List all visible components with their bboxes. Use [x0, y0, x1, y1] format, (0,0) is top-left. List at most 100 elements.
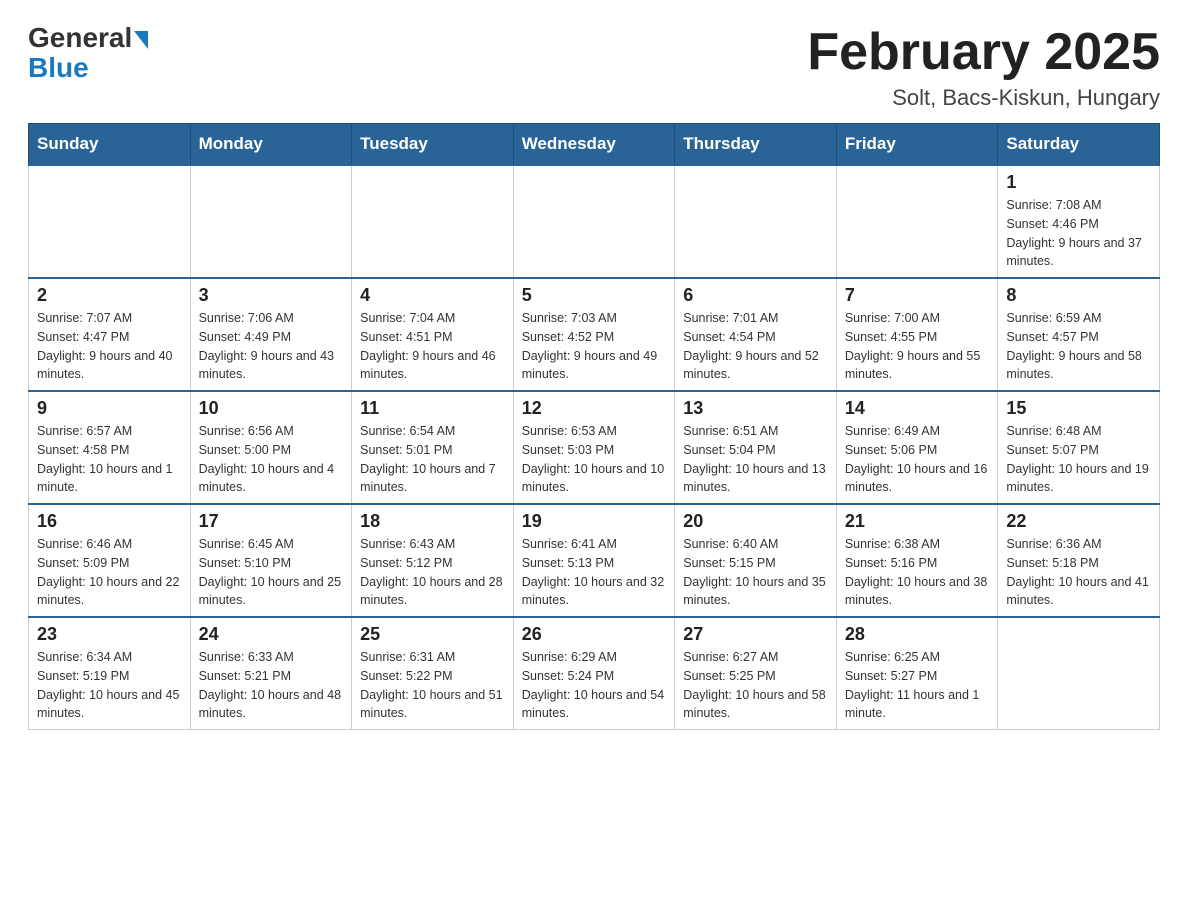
day-info: Sunrise: 7:06 AMSunset: 4:49 PMDaylight:… [199, 309, 344, 384]
day-info: Sunrise: 6:36 AMSunset: 5:18 PMDaylight:… [1006, 535, 1151, 610]
day-number: 14 [845, 398, 990, 419]
day-info: Sunrise: 6:25 AMSunset: 5:27 PMDaylight:… [845, 648, 990, 723]
month-title: February 2025 [807, 24, 1160, 81]
day-info: Sunrise: 6:49 AMSunset: 5:06 PMDaylight:… [845, 422, 990, 497]
day-cell [998, 617, 1160, 730]
day-cell: 11 Sunrise: 6:54 AMSunset: 5:01 PMDayligh… [352, 391, 514, 504]
day-cell: 27Sunrise: 6:27 AMSunset: 5:25 PMDayligh… [675, 617, 837, 730]
day-number: 21 [845, 511, 990, 532]
day-cell: 13Sunrise: 6:51 AMSunset: 5:04 PMDayligh… [675, 391, 837, 504]
day-info: Sunrise: 7:00 AMSunset: 4:55 PMDaylight:… [845, 309, 990, 384]
day-info: Sunrise: 7:01 AMSunset: 4:54 PMDaylight:… [683, 309, 828, 384]
logo-blue-text: Blue [28, 52, 89, 84]
day-cell: 9 Sunrise: 6:57 AMSunset: 4:58 PMDaylight… [29, 391, 191, 504]
header: General Blue February 2025 Solt, Bacs-Ki… [28, 24, 1160, 111]
day-cell: 19Sunrise: 6:41 AMSunset: 5:13 PMDayligh… [513, 504, 675, 617]
day-info: Sunrise: 7:07 AMSunset: 4:47 PMDaylight:… [37, 309, 182, 384]
logo-general-text: General [28, 24, 132, 52]
week-row-1: 1 Sunrise: 7:08 AMSunset: 4:46 PMDaylight… [29, 165, 1160, 278]
day-number: 25 [360, 624, 505, 645]
day-cell: 17 Sunrise: 6:45 AMSunset: 5:10 PMDayligh… [190, 504, 352, 617]
day-number: 23 [37, 624, 182, 645]
day-info: Sunrise: 6:48 AMSunset: 5:07 PMDaylight:… [1006, 422, 1151, 497]
day-info: Sunrise: 6:38 AMSunset: 5:16 PMDaylight:… [845, 535, 990, 610]
day-cell: 6Sunrise: 7:01 AMSunset: 4:54 PMDaylight… [675, 278, 837, 391]
title-block: February 2025 Solt, Bacs-Kiskun, Hungary [807, 24, 1160, 111]
day-info: Sunrise: 6:40 AMSunset: 5:15 PMDaylight:… [683, 535, 828, 610]
day-header-saturday: Saturday [998, 124, 1160, 166]
page: General Blue February 2025 Solt, Bacs-Ki… [0, 0, 1188, 750]
day-cell [29, 165, 191, 278]
week-row-4: 16Sunrise: 6:46 AMSunset: 5:09 PMDayligh… [29, 504, 1160, 617]
day-info: Sunrise: 7:03 AMSunset: 4:52 PMDaylight:… [522, 309, 667, 384]
day-header-tuesday: Tuesday [352, 124, 514, 166]
day-number: 15 [1006, 398, 1151, 419]
day-cell [190, 165, 352, 278]
logo: General Blue [28, 24, 150, 84]
day-cell: 10Sunrise: 6:56 AMSunset: 5:00 PMDayligh… [190, 391, 352, 504]
day-cell: 20 Sunrise: 6:40 AMSunset: 5:15 PMDayligh… [675, 504, 837, 617]
day-info: Sunrise: 6:45 AMSunset: 5:10 PMDaylight:… [199, 535, 344, 610]
day-info: Sunrise: 6:57 AMSunset: 4:58 PMDaylight:… [37, 422, 182, 497]
week-row-2: 2Sunrise: 7:07 AMSunset: 4:47 PMDaylight… [29, 278, 1160, 391]
day-cell: 14 Sunrise: 6:49 AMSunset: 5:06 PMDayligh… [836, 391, 998, 504]
day-cell [352, 165, 514, 278]
day-cell: 12 Sunrise: 6:53 AMSunset: 5:03 PMDayligh… [513, 391, 675, 504]
day-info: Sunrise: 6:59 AMSunset: 4:57 PMDaylight:… [1006, 309, 1151, 384]
day-info: Sunrise: 6:41 AMSunset: 5:13 PMDaylight:… [522, 535, 667, 610]
day-info: Sunrise: 7:08 AMSunset: 4:46 PMDaylight:… [1006, 196, 1151, 271]
day-info: Sunrise: 6:29 AMSunset: 5:24 PMDaylight:… [522, 648, 667, 723]
day-header-thursday: Thursday [675, 124, 837, 166]
day-info: Sunrise: 6:53 AMSunset: 5:03 PMDaylight:… [522, 422, 667, 497]
day-cell: 7 Sunrise: 7:00 AMSunset: 4:55 PMDaylight… [836, 278, 998, 391]
day-cell: 26 Sunrise: 6:29 AMSunset: 5:24 PMDayligh… [513, 617, 675, 730]
day-number: 1 [1006, 172, 1151, 193]
day-number: 9 [37, 398, 182, 419]
day-info: Sunrise: 6:54 AMSunset: 5:01 PMDaylight:… [360, 422, 505, 497]
calendar-table: SundayMondayTuesdayWednesdayThursdayFrid… [28, 123, 1160, 730]
day-number: 20 [683, 511, 828, 532]
day-cell: 16Sunrise: 6:46 AMSunset: 5:09 PMDayligh… [29, 504, 191, 617]
day-number: 11 [360, 398, 505, 419]
day-number: 3 [199, 285, 344, 306]
day-info: Sunrise: 6:43 AMSunset: 5:12 PMDaylight:… [360, 535, 505, 610]
day-number: 24 [199, 624, 344, 645]
day-number: 5 [522, 285, 667, 306]
day-number: 26 [522, 624, 667, 645]
day-info: Sunrise: 6:34 AMSunset: 5:19 PMDaylight:… [37, 648, 182, 723]
day-number: 8 [1006, 285, 1151, 306]
day-cell: 18 Sunrise: 6:43 AMSunset: 5:12 PMDayligh… [352, 504, 514, 617]
day-cell [675, 165, 837, 278]
day-info: Sunrise: 6:33 AMSunset: 5:21 PMDaylight:… [199, 648, 344, 723]
location: Solt, Bacs-Kiskun, Hungary [807, 85, 1160, 111]
day-cell: 28Sunrise: 6:25 AMSunset: 5:27 PMDayligh… [836, 617, 998, 730]
day-number: 16 [37, 511, 182, 532]
day-cell [836, 165, 998, 278]
day-cell: 1 Sunrise: 7:08 AMSunset: 4:46 PMDaylight… [998, 165, 1160, 278]
day-cell: 4Sunrise: 7:04 AMSunset: 4:51 PMDaylight… [352, 278, 514, 391]
day-cell: 22 Sunrise: 6:36 AMSunset: 5:18 PMDayligh… [998, 504, 1160, 617]
day-number: 18 [360, 511, 505, 532]
day-cell [513, 165, 675, 278]
day-cell: 2Sunrise: 7:07 AMSunset: 4:47 PMDaylight… [29, 278, 191, 391]
day-number: 12 [522, 398, 667, 419]
day-cell: 23 Sunrise: 6:34 AMSunset: 5:19 PMDayligh… [29, 617, 191, 730]
day-header-sunday: Sunday [29, 124, 191, 166]
day-info: Sunrise: 6:27 AMSunset: 5:25 PMDaylight:… [683, 648, 828, 723]
day-cell: 3 Sunrise: 7:06 AMSunset: 4:49 PMDaylight… [190, 278, 352, 391]
day-number: 7 [845, 285, 990, 306]
week-row-5: 23 Sunrise: 6:34 AMSunset: 5:19 PMDayligh… [29, 617, 1160, 730]
day-cell: 25 Sunrise: 6:31 AMSunset: 5:22 PMDayligh… [352, 617, 514, 730]
day-number: 4 [360, 285, 505, 306]
day-info: Sunrise: 6:51 AMSunset: 5:04 PMDaylight:… [683, 422, 828, 497]
day-number: 10 [199, 398, 344, 419]
day-number: 22 [1006, 511, 1151, 532]
day-cell: 21 Sunrise: 6:38 AMSunset: 5:16 PMDayligh… [836, 504, 998, 617]
day-number: 17 [199, 511, 344, 532]
day-info: Sunrise: 6:31 AMSunset: 5:22 PMDaylight:… [360, 648, 505, 723]
logo-text: General [28, 24, 150, 52]
week-row-3: 9 Sunrise: 6:57 AMSunset: 4:58 PMDaylight… [29, 391, 1160, 504]
day-header-monday: Monday [190, 124, 352, 166]
header-row: SundayMondayTuesdayWednesdayThursdayFrid… [29, 124, 1160, 166]
day-header-friday: Friday [836, 124, 998, 166]
